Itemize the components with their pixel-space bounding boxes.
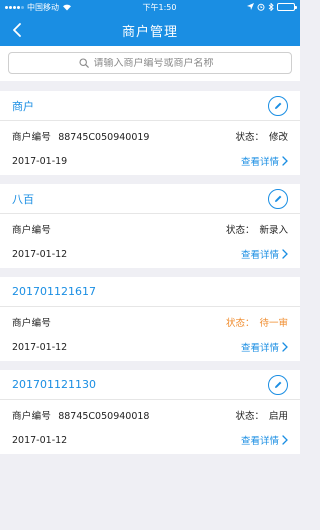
wifi-icon (63, 4, 71, 11)
card-header: 201701121130 (0, 370, 300, 400)
search-icon (78, 58, 89, 68)
merchant-date: 2017-01-12 (12, 248, 68, 260)
edit-button[interactable] (268, 374, 288, 395)
card-header: 201701121617 (0, 277, 300, 307)
chevron-right-icon (282, 435, 288, 445)
status-field: 状态： 待一审 (226, 315, 288, 329)
view-detail-link[interactable]: 查看详情 (241, 433, 288, 447)
info-row: 商户编号 状态： 新录入 (0, 214, 300, 244)
status-field: 状态： 启用 (235, 408, 288, 422)
edit-button[interactable] (268, 188, 288, 209)
detail-label: 查看详情 (240, 250, 279, 261)
merchant-list: 商户 商户编号 88745C050940019 状态： 修改 2017-01-19 … (0, 81, 300, 454)
status-left: 中国移动 (5, 2, 72, 13)
detail-label: 查看详情 (240, 436, 279, 447)
code-label: 商户编号 (12, 411, 52, 422)
info-row: 商户编号 88745C050940019 状态： 修改 (0, 121, 300, 151)
status-field: 状态： 修改 (235, 129, 288, 143)
search-bar (0, 46, 300, 81)
date-row: 2017-01-19 查看详情 (0, 151, 300, 175)
chevron-right-icon (282, 342, 288, 352)
merchant-date: 2017-01-19 (12, 155, 68, 167)
signal-icon (5, 5, 24, 9)
status-label: 状态： (225, 318, 255, 329)
carrier-label: 中国移动 (27, 2, 59, 12)
merchant-name: 201701121617 (12, 285, 96, 298)
merchant-date: 2017-01-12 (12, 434, 68, 446)
merchant-card: 201701121130 商户编号 88745C050940018 状态： 启用 2… (0, 370, 300, 454)
clock: 下午1:50 (142, 2, 177, 12)
chevron-right-icon (282, 249, 288, 259)
code-label: 商户编号 (12, 225, 52, 236)
status-right (247, 3, 297, 11)
code-label: 商户编号 (12, 132, 52, 143)
status-value: 修改 (268, 132, 288, 143)
view-detail-link[interactable]: 查看详情 (241, 247, 288, 261)
edit-pencil-icon (275, 195, 282, 202)
edit-pencil-icon (275, 381, 282, 388)
status-bar: 中国移动 下午1:50 (0, 0, 300, 14)
page-title: 商户管理 (121, 24, 178, 40)
merchant-name: 201701121130 (12, 378, 96, 391)
status-label: 状态： (235, 411, 264, 422)
merchant-code: 商户编号 88745C050940018 (12, 408, 149, 422)
date-row: 2017-01-12 查看详情 (0, 337, 300, 361)
view-detail-link[interactable]: 查看详情 (241, 154, 288, 168)
merchant-code: 商户编号 (12, 315, 58, 329)
status-value: 启用 (268, 411, 288, 422)
nav-bar: 商户管理 (0, 14, 300, 46)
location-icon (247, 3, 254, 10)
merchant-name: 八百 (12, 192, 34, 206)
merchant-card: 商户 商户编号 88745C050940019 状态： 修改 2017-01-19 … (0, 91, 300, 175)
detail-label: 查看详情 (240, 343, 279, 354)
merchant-code: 商户编号 88745C050940019 (12, 129, 149, 143)
status-value: 待一审 (259, 318, 288, 329)
info-row: 商户编号 状态： 待一审 (0, 307, 300, 337)
merchant-card: 八百 商户编号 状态： 新录入 2017-01-12 查看详情 (0, 184, 300, 268)
merchant-code: 商户编号 (12, 222, 58, 236)
search-box[interactable] (8, 52, 292, 74)
info-row: 商户编号 88745C050940018 状态： 启用 (0, 400, 300, 430)
chevron-right-icon (282, 156, 288, 166)
status-value: 新录入 (259, 225, 288, 236)
status-field: 状态： 新录入 (226, 222, 288, 236)
card-header: 商户 (0, 91, 300, 121)
status-label: 状态： (235, 132, 264, 143)
edit-button[interactable] (268, 95, 288, 116)
code-value: 88745C050940019 (58, 132, 150, 143)
battery-icon (277, 3, 297, 11)
alarm-icon (257, 3, 265, 11)
card-header: 八百 (0, 184, 300, 214)
bluetooth-icon (268, 3, 274, 11)
search-input[interactable] (93, 57, 222, 69)
status-label: 状态： (225, 225, 255, 236)
back-button[interactable] (8, 21, 26, 39)
edit-pencil-icon (275, 102, 282, 109)
code-value: 88745C050940018 (58, 411, 150, 422)
merchant-card: 201701121617 商户编号 状态： 待一审 2017-01-12 查看详情 (0, 277, 300, 361)
code-label: 商户编号 (12, 318, 52, 329)
merchant-date: 2017-01-12 (12, 341, 68, 353)
view-detail-link[interactable]: 查看详情 (241, 340, 288, 354)
merchant-name: 商户 (12, 99, 34, 113)
detail-label: 查看详情 (240, 157, 279, 168)
date-row: 2017-01-12 查看详情 (0, 430, 300, 454)
back-arrow-icon (13, 23, 21, 37)
date-row: 2017-01-12 查看详情 (0, 244, 300, 268)
